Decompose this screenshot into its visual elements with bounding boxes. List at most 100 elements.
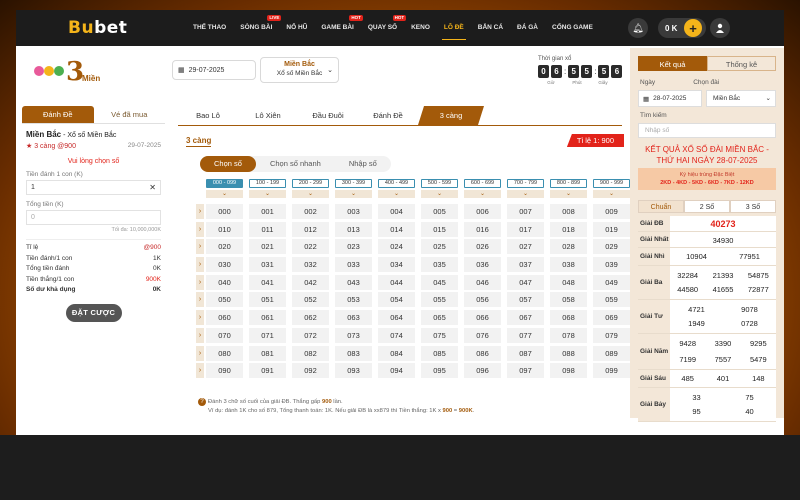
- tab-digit-mode[interactable]: 2 Số: [684, 200, 730, 213]
- number-cell[interactable]: 058: [550, 292, 587, 308]
- nav-item[interactable]: QUAY SỐ HOT: [361, 10, 407, 46]
- number-cell[interactable]: 014: [378, 221, 415, 237]
- tab-bet-type[interactable]: Lô Xiên: [238, 106, 298, 125]
- number-cell[interactable]: 097: [507, 363, 544, 379]
- number-cell[interactable]: 049: [593, 274, 630, 290]
- chevron-right-icon[interactable]: ›: [196, 292, 204, 308]
- chevron-down-icon[interactable]: ⌄: [464, 190, 501, 198]
- number-cell[interactable]: 086: [464, 345, 501, 361]
- number-cell[interactable]: 084: [378, 345, 415, 361]
- number-cell[interactable]: 015: [421, 221, 458, 237]
- number-cell[interactable]: 034: [378, 257, 415, 273]
- range-button[interactable]: 400 - 499: [378, 179, 415, 188]
- number-cell[interactable]: 079: [593, 327, 630, 343]
- number-cell[interactable]: 000: [206, 204, 243, 219]
- number-cell[interactable]: 057: [507, 292, 544, 308]
- total-amount-input[interactable]: 0: [26, 210, 161, 225]
- tab-select-mode[interactable]: Chọn số nhanh: [256, 156, 335, 172]
- number-cell[interactable]: 031: [249, 257, 286, 273]
- number-cell[interactable]: 053: [335, 292, 372, 308]
- chevron-right-icon[interactable]: ›: [196, 204, 204, 219]
- number-cell[interactable]: 090: [206, 363, 243, 379]
- number-cell[interactable]: 066: [464, 310, 501, 326]
- number-cell[interactable]: 068: [550, 310, 587, 326]
- chevron-down-icon[interactable]: ⌄: [206, 190, 243, 198]
- number-cell[interactable]: 080: [206, 345, 243, 361]
- number-cell[interactable]: 023: [335, 239, 372, 255]
- number-cell[interactable]: 095: [421, 363, 458, 379]
- tab-bet-type[interactable]: Bao Lô: [178, 106, 238, 125]
- number-cell[interactable]: 098: [550, 363, 587, 379]
- tab-bought-tickets[interactable]: Vé đã mua: [93, 106, 165, 124]
- number-cell[interactable]: 067: [507, 310, 544, 326]
- chevron-right-icon[interactable]: ›: [196, 257, 204, 273]
- number-cell[interactable]: 025: [421, 239, 458, 255]
- nav-item[interactable]: CỔNG GAME: [545, 10, 600, 46]
- number-cell[interactable]: 030: [206, 257, 243, 273]
- tab-digit-mode[interactable]: Chuẩn: [638, 200, 684, 213]
- number-cell[interactable]: 074: [378, 327, 415, 343]
- number-cell[interactable]: 061: [249, 310, 286, 326]
- number-cell[interactable]: 048: [550, 274, 587, 290]
- number-cell[interactable]: 055: [421, 292, 458, 308]
- number-cell[interactable]: 002: [292, 204, 329, 219]
- chevron-down-icon[interactable]: ⌄: [593, 190, 630, 198]
- tab-results[interactable]: Kết quả: [638, 56, 707, 71]
- number-cell[interactable]: 020: [206, 239, 243, 255]
- number-cell[interactable]: 087: [507, 345, 544, 361]
- number-cell[interactable]: 010: [206, 221, 243, 237]
- number-cell[interactable]: 078: [550, 327, 587, 343]
- number-cell[interactable]: 072: [292, 327, 329, 343]
- number-cell[interactable]: 070: [206, 327, 243, 343]
- nav-item[interactable]: KENO: [404, 10, 437, 46]
- nav-item[interactable]: ĐÁ GÀ: [510, 10, 545, 46]
- number-cell[interactable]: 085: [421, 345, 458, 361]
- number-cell[interactable]: 054: [378, 292, 415, 308]
- chevron-down-icon[interactable]: ⌄: [249, 190, 286, 198]
- nav-item[interactable]: BẮN CÁ: [471, 10, 510, 46]
- number-cell[interactable]: 007: [507, 204, 544, 219]
- number-cell[interactable]: 037: [507, 257, 544, 273]
- chevron-right-icon[interactable]: ›: [196, 363, 204, 379]
- chevron-right-icon[interactable]: ›: [196, 327, 204, 343]
- number-cell[interactable]: 096: [464, 363, 501, 379]
- number-cell[interactable]: 093: [335, 363, 372, 379]
- number-cell[interactable]: 064: [378, 310, 415, 326]
- bell-icon[interactable]: 🔔︎: [628, 18, 648, 38]
- range-button[interactable]: 800 - 899: [550, 179, 587, 188]
- number-cell[interactable]: 065: [421, 310, 458, 326]
- range-button[interactable]: 600 - 699: [464, 179, 501, 188]
- tab-bet-type[interactable]: Đầu Đuôi: [298, 106, 358, 125]
- number-cell[interactable]: 027: [507, 239, 544, 255]
- range-button[interactable]: 300 - 399: [335, 179, 372, 188]
- number-cell[interactable]: 082: [292, 345, 329, 361]
- number-cell[interactable]: 039: [593, 257, 630, 273]
- nav-item[interactable]: SÒNG BÀI LIVE: [233, 10, 282, 46]
- number-cell[interactable]: 029: [593, 239, 630, 255]
- number-cell[interactable]: 073: [335, 327, 372, 343]
- chevron-down-icon[interactable]: ⌄: [507, 190, 544, 198]
- number-cell[interactable]: 092: [292, 363, 329, 379]
- brand-logo[interactable]: Bubet: [68, 18, 127, 38]
- chevron-down-icon[interactable]: ⌄: [421, 190, 458, 198]
- range-button[interactable]: 700 - 799: [507, 179, 544, 188]
- number-cell[interactable]: 041: [249, 274, 286, 290]
- number-cell[interactable]: 060: [206, 310, 243, 326]
- draw-date-picker[interactable]: ▦ 29-07-2025: [172, 60, 256, 80]
- tab-digit-mode[interactable]: 3 Số: [730, 200, 776, 213]
- tab-select-mode[interactable]: Nhập số: [335, 156, 391, 172]
- number-cell[interactable]: 069: [593, 310, 630, 326]
- number-cell[interactable]: 019: [593, 221, 630, 237]
- number-cell[interactable]: 021: [249, 239, 286, 255]
- chevron-right-icon[interactable]: ›: [196, 221, 204, 237]
- number-cell[interactable]: 012: [292, 221, 329, 237]
- chevron-down-icon[interactable]: ⌄: [335, 190, 372, 198]
- number-cell[interactable]: 088: [550, 345, 587, 361]
- number-cell[interactable]: 022: [292, 239, 329, 255]
- tab-bet[interactable]: Đánh Đề: [22, 106, 94, 124]
- nav-item[interactable]: NỔ HŨ: [279, 10, 314, 46]
- region-select[interactable]: Miền Bắc Xổ số Miền Bắc ⌄: [260, 57, 339, 83]
- user-icon[interactable]: [710, 18, 730, 38]
- number-cell[interactable]: 094: [378, 363, 415, 379]
- tab-statistics[interactable]: Thống kê: [707, 56, 776, 71]
